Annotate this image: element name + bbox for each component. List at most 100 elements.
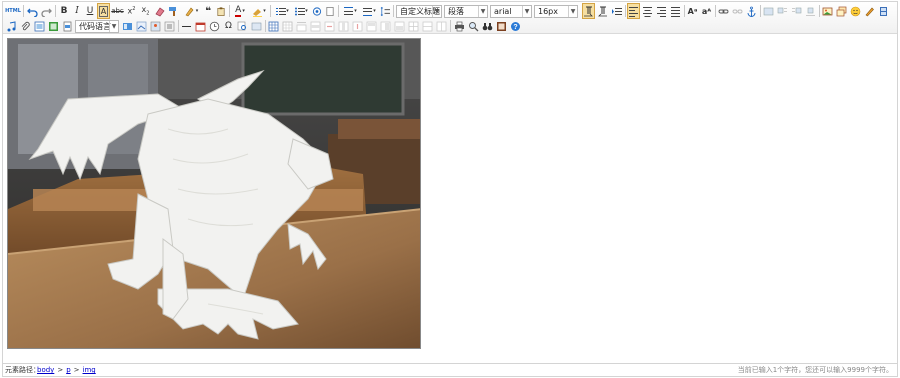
to-uppercase-button[interactable]: Aᵃ — [686, 3, 699, 19]
horizontal-line-icon — [182, 25, 191, 27]
help-button[interactable]: ? — [509, 18, 522, 34]
insert-date-button[interactable] — [194, 18, 207, 34]
preview-button[interactable] — [467, 18, 480, 34]
background-color-button[interactable]: ▾ — [250, 3, 268, 19]
unlink-button[interactable] — [731, 3, 744, 19]
merge-cells-button[interactable] — [365, 18, 378, 34]
drafts-button[interactable] — [481, 18, 494, 34]
font-color-button[interactable]: A ▾ — [231, 3, 249, 19]
insert-paragraph-before-table-button[interactable] — [295, 18, 308, 34]
image-right-button[interactable] — [790, 3, 803, 19]
align-right-button[interactable] — [655, 3, 668, 19]
direction-rtl-button[interactable] — [596, 3, 609, 19]
image-none-button[interactable] — [762, 3, 775, 19]
indent-button[interactable] — [610, 3, 623, 19]
merge-right-button[interactable] — [379, 18, 392, 34]
word-image-button[interactable] — [495, 18, 508, 34]
subscript-button[interactable]: x2 — [139, 3, 152, 19]
special-chars-button[interactable]: Ω — [222, 18, 235, 34]
insert-code-button[interactable] — [47, 18, 60, 34]
delete-row-button[interactable] — [323, 18, 336, 34]
align-justify-button[interactable] — [669, 3, 682, 19]
row-spacing-top-button[interactable]: ▾ — [341, 3, 359, 19]
code-language-select[interactable]: 代码语言 ▼ — [75, 20, 119, 33]
underline-icon: U — [86, 6, 94, 16]
insert-image-button[interactable] — [821, 3, 834, 19]
delete-column-button[interactable] — [351, 18, 364, 34]
insert-time-button[interactable] — [208, 18, 221, 34]
editor-content-area[interactable] — [3, 35, 897, 365]
template-button[interactable] — [121, 18, 134, 34]
line-height-button[interactable] — [379, 3, 391, 19]
paragraph-format-value: 段落 — [448, 7, 464, 16]
multi-image-button[interactable] — [835, 3, 848, 19]
italic-button[interactable]: I — [71, 3, 83, 19]
to-lowercase-button[interactable]: aᴬ — [700, 3, 713, 19]
attachment-button[interactable] — [19, 18, 32, 34]
spacing-top-icon — [344, 6, 354, 15]
insert-row-button[interactable] — [309, 18, 322, 34]
row-spacing-bottom-button[interactable]: ▾ — [360, 3, 378, 19]
merge-down-button[interactable] — [393, 18, 406, 34]
split-cells-button[interactable] — [407, 18, 420, 34]
clear-document-button[interactable] — [324, 3, 336, 19]
chevron-down-icon: ▾ — [286, 8, 289, 14]
italic-icon: I — [75, 6, 79, 16]
paste-plain-button[interactable] — [215, 3, 227, 19]
code-language-value: 代码语言 — [79, 22, 111, 31]
insert-map-button[interactable] — [149, 18, 162, 34]
ordered-list-button[interactable]: ▾ — [273, 3, 291, 19]
insert-frame-button[interactable] — [33, 18, 46, 34]
font-border-button[interactable]: A — [97, 3, 110, 19]
align-right-icon — [657, 6, 666, 17]
insert-column-button[interactable] — [337, 18, 350, 34]
direction-ltr-button[interactable] — [582, 3, 595, 19]
align-center-button[interactable] — [641, 3, 654, 19]
inserted-image[interactable] — [7, 38, 421, 349]
emotion-button[interactable] — [849, 3, 862, 19]
image-left-button[interactable] — [776, 3, 789, 19]
split-rows-button[interactable] — [421, 18, 434, 34]
delete-table-button[interactable] — [281, 18, 294, 34]
blockquote-button[interactable]: ❝ — [202, 3, 214, 19]
redo-button[interactable] — [40, 3, 53, 19]
insert-link-button[interactable] — [717, 3, 730, 19]
gmap-icon — [164, 21, 175, 31]
rtl-icon — [598, 6, 607, 16]
html-source-button[interactable]: HTML — [5, 3, 21, 19]
font-size-value: 16px — [538, 7, 558, 16]
background-button[interactable] — [135, 18, 148, 34]
font-family-select[interactable]: arial ▼ — [490, 5, 532, 18]
horizontal-rule-button[interactable] — [180, 18, 193, 34]
insert-table-button[interactable] — [267, 18, 280, 34]
crumb-p[interactable]: p — [66, 366, 70, 374]
print-button[interactable] — [453, 18, 466, 34]
gmap-button[interactable] — [163, 18, 176, 34]
insert-music-button[interactable] — [5, 18, 18, 34]
auto-typeset-button[interactable]: ▾ — [181, 3, 201, 19]
format-painter-button[interactable] — [167, 3, 180, 19]
page-break-button[interactable] — [61, 18, 74, 34]
crumb-body[interactable]: body — [37, 366, 54, 374]
crumb-img[interactable]: img — [83, 366, 96, 374]
unordered-list-button[interactable]: ▾ — [292, 3, 310, 19]
superscript-button[interactable]: x2 — [125, 3, 138, 19]
scrawl-button[interactable] — [863, 3, 876, 19]
custom-heading-select[interactable]: 自定义标题 ▼ — [396, 5, 442, 18]
undo-button[interactable] — [26, 3, 39, 19]
font-size-select[interactable]: 16px ▼ — [534, 5, 578, 18]
image-center-button[interactable] — [804, 3, 817, 19]
snapscreen-button[interactable] — [250, 18, 263, 34]
align-left-button[interactable] — [627, 3, 640, 19]
remove-format-button[interactable] — [153, 3, 166, 19]
bold-button[interactable]: B — [58, 3, 70, 19]
underline-button[interactable]: U — [84, 3, 96, 19]
svg-text:?: ? — [513, 24, 517, 31]
search-replace-button[interactable] — [236, 18, 249, 34]
insert-video-button[interactable] — [877, 3, 890, 19]
strikethrough-button[interactable]: abc — [111, 3, 124, 19]
anchor-button[interactable] — [745, 3, 758, 19]
paragraph-format-select[interactable]: 段落 ▼ — [444, 5, 488, 18]
split-columns-button[interactable] — [435, 18, 448, 34]
select-all-button[interactable] — [311, 3, 323, 19]
